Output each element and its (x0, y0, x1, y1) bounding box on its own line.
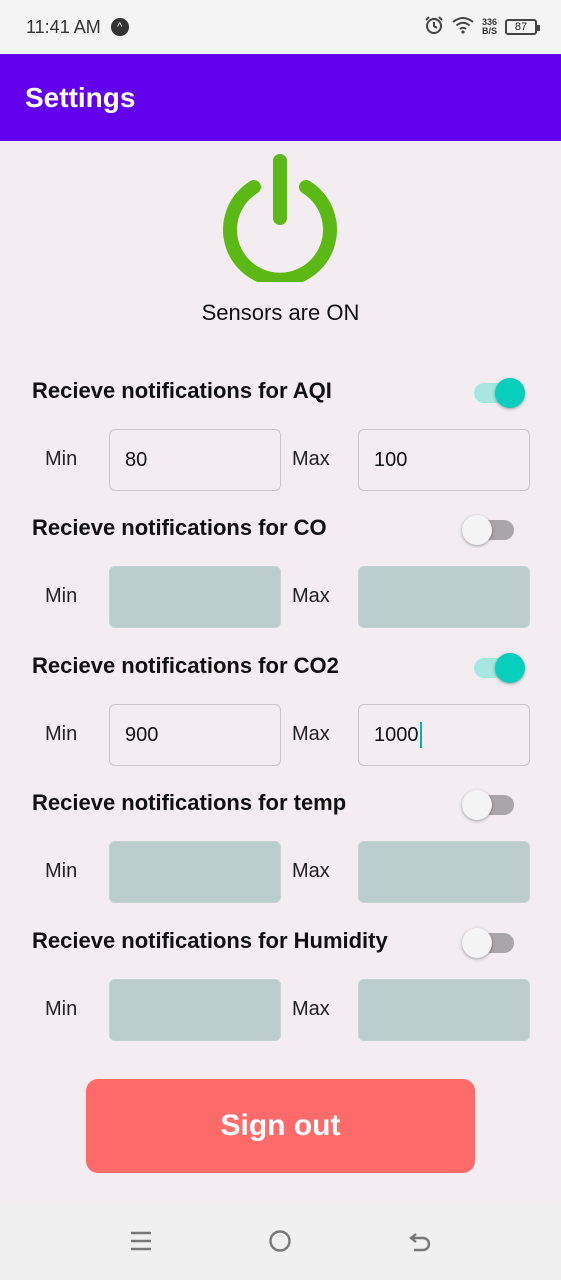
toggle-thumb (462, 790, 492, 820)
min-value: 80 (125, 448, 148, 471)
toggle-thumb (462, 515, 492, 545)
section-title: Recieve notifications for CO (32, 515, 327, 540)
min-label: Min (45, 448, 78, 470)
min-value-input[interactable] (109, 566, 281, 628)
sensors-status-text: Sensors are ON (201, 300, 360, 325)
min-value-input[interactable]: 900 (109, 704, 281, 766)
max-value: 1000 (374, 723, 419, 746)
max-value-input[interactable] (358, 566, 530, 628)
navigation-badge-icon: ^ (110, 18, 129, 36)
wifi-icon (452, 16, 474, 39)
max-value-input[interactable]: 100 (358, 429, 530, 491)
power-icon (223, 154, 337, 287)
toggle-thumb (495, 378, 525, 408)
sign-out-button[interactable]: Sign out (86, 1079, 475, 1173)
notification-toggle[interactable] (474, 378, 525, 408)
min-label: Min (45, 723, 78, 745)
max-label: Max (292, 860, 330, 882)
notification-toggle[interactable] (474, 653, 525, 683)
status-bar: 11:41 AM ^ 336 B/S 87 (0, 0, 561, 54)
notification-toggle[interactable] (462, 515, 516, 545)
max-label: Max (292, 585, 330, 607)
network-speed: 336 B/S (482, 18, 497, 36)
text-cursor (419, 722, 422, 748)
back-icon[interactable] (400, 1226, 440, 1256)
speed-unit: B/S (481, 26, 497, 36)
max-label: Max (292, 448, 330, 470)
status-left: 11:41 AM ^ (26, 17, 129, 38)
max-label: Max (292, 723, 330, 745)
section-title: Recieve notifications for Humidity (32, 928, 388, 953)
section-title: Recieve notifications for CO2 (32, 653, 339, 678)
toggle-thumb (495, 653, 525, 683)
toggle-thumb (462, 928, 492, 958)
min-label: Min (45, 998, 78, 1020)
page-title: Settings (25, 81, 136, 113)
menu-icon[interactable] (121, 1226, 161, 1256)
app-bar: Settings (0, 54, 561, 141)
max-value-input[interactable] (358, 841, 530, 903)
section-title: Recieve notifications for temp (32, 790, 347, 815)
battery-icon: 87 (505, 19, 540, 35)
min-value-input[interactable]: 80 (109, 429, 281, 491)
system-navigation-bar (0, 1202, 561, 1280)
status-right: 336 B/S 87 (424, 15, 540, 40)
notification-toggle[interactable] (462, 790, 516, 820)
min-value-input[interactable] (109, 841, 281, 903)
section-title: Recieve notifications for AQI (32, 378, 332, 403)
min-label: Min (45, 860, 78, 882)
alarm-icon (424, 15, 444, 40)
min-value: 900 (125, 723, 159, 746)
home-icon[interactable] (260, 1226, 300, 1256)
battery-level: 87 (514, 21, 528, 33)
power-button[interactable] (216, 152, 344, 287)
min-value-input[interactable] (109, 979, 281, 1041)
max-value: 100 (374, 448, 408, 471)
min-label: Min (45, 585, 78, 607)
notification-toggle[interactable] (462, 928, 516, 958)
max-value-input[interactable]: 1000 (358, 704, 530, 766)
status-time: 11:41 AM (26, 16, 101, 37)
max-value-input[interactable] (358, 979, 530, 1041)
max-label: Max (292, 998, 330, 1020)
